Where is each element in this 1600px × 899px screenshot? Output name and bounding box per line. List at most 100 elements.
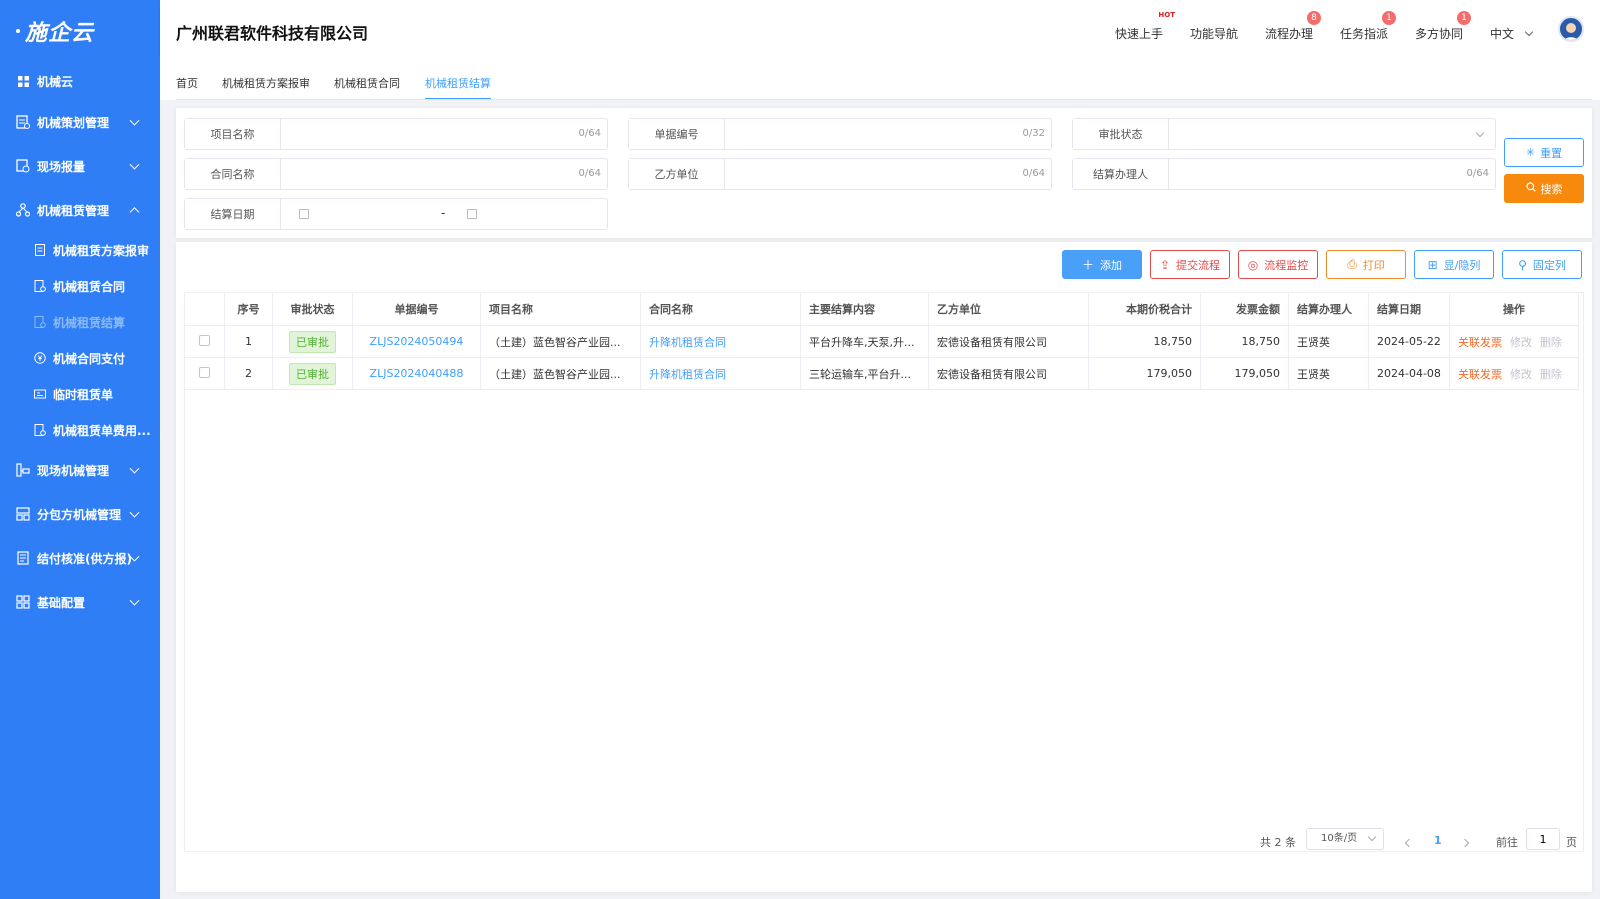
sidebar-sub-lease-plan[interactable]: 机械租赁方案报审 xyxy=(0,232,160,268)
sidebar-item-subcontract[interactable]: 分包方机械管理 xyxy=(0,492,160,536)
logo[interactable]: 施企云 xyxy=(0,0,160,62)
cell-contract: 升降机租赁合同 xyxy=(640,325,801,358)
goto-label: 前往 xyxy=(1496,836,1518,849)
target-icon: ◎ xyxy=(1247,257,1259,272)
edit-action[interactable]: 修改 xyxy=(1510,336,1532,349)
tabs-divider xyxy=(176,99,1592,100)
chevron-down-icon xyxy=(129,115,140,126)
party-b-input[interactable] xyxy=(725,159,1051,189)
settlement-icon xyxy=(34,316,46,328)
sidebar-item-report[interactable]: 现场报量 xyxy=(0,144,160,188)
sidebar-sub-lease-contract[interactable]: 机械租赁合同 xyxy=(0,268,160,304)
char-count: 0/64 xyxy=(578,168,601,179)
sidebar-item-settle-approval[interactable]: 结付核准(供方报) xyxy=(0,536,160,580)
fix-columns-button[interactable]: ⚲ 固定列 xyxy=(1502,250,1582,279)
handler-input[interactable] xyxy=(1169,159,1495,189)
nav-guide-link[interactable]: 功能导航 xyxy=(1190,25,1238,42)
doc-no-input[interactable] xyxy=(725,119,1051,149)
avatar[interactable] xyxy=(1558,16,1584,42)
tab-lease-plan[interactable]: 机械租赁方案报审 xyxy=(222,75,310,100)
task-link[interactable]: 任务指派 1 xyxy=(1340,11,1397,42)
reset-button[interactable]: ✳ 重置 xyxy=(1504,138,1584,167)
tab-lease-settlement[interactable]: 机械租赁结算 xyxy=(425,75,491,100)
company-name: 广州联君软件科技有限公司 xyxy=(176,24,369,43)
delete-action[interactable]: 删除 xyxy=(1540,368,1562,381)
cell-date: 2024-04-08 xyxy=(1368,357,1450,390)
link-invoice-action[interactable]: 关联发票 xyxy=(1458,368,1502,381)
add-label: 添加 xyxy=(1100,258,1122,272)
tab-home[interactable]: 首页 xyxy=(176,75,198,100)
link-invoice-action[interactable]: 关联发票 xyxy=(1458,336,1502,349)
cell-invoice: 18,750 xyxy=(1200,325,1289,358)
next-page-icon[interactable] xyxy=(1460,838,1470,848)
page-number-current[interactable]: 1 xyxy=(1434,834,1442,847)
sidebar-sub-label: 机械租赁合同 xyxy=(53,279,126,294)
sidebar-item-plan[interactable]: 机械策划管理 xyxy=(0,100,160,144)
cell-date: 2024-05-22 xyxy=(1368,325,1450,358)
delete-action[interactable]: 删除 xyxy=(1540,336,1562,349)
row-checkbox[interactable] xyxy=(199,366,210,378)
header-status: 审批状态 xyxy=(272,292,353,326)
contract-link[interactable]: 升降机租赁合同 xyxy=(649,368,726,381)
table-row: 2 已审批 ZLJS2024040488 （土建）蓝色智谷产业园... 升降机租… xyxy=(184,357,1579,390)
approval-status-select[interactable] xyxy=(1169,119,1495,149)
sidebar-sub-label: 临时租赁单 xyxy=(53,387,114,402)
edit-action[interactable]: 修改 xyxy=(1510,368,1532,381)
tab-lease-contract[interactable]: 机械租赁合同 xyxy=(334,75,400,100)
chevron-down-icon xyxy=(129,595,140,606)
sidebar-item-label: 现场机械管理 xyxy=(37,463,110,478)
print-button[interactable]: ⎙ 打印 xyxy=(1326,250,1406,279)
char-count: 0/64 xyxy=(1466,168,1489,179)
sidebar-sub-lease-settlement[interactable]: 机械租赁结算 xyxy=(0,304,160,340)
date-separator: - xyxy=(441,206,446,220)
process-link[interactable]: 流程办理 8 xyxy=(1265,11,1322,42)
contract-name-input[interactable] xyxy=(281,159,607,189)
submit-process-button[interactable]: ⇪ 提交流程 xyxy=(1150,250,1230,279)
header-actions: 操作 xyxy=(1448,292,1579,326)
doc-no-link[interactable]: ZLJS2024050494 xyxy=(370,335,464,348)
status-badge: 已审批 xyxy=(289,362,336,385)
document-icon xyxy=(34,244,46,256)
collab-link[interactable]: 多方协同 1 xyxy=(1415,11,1472,42)
sidebar-item-site-machine[interactable]: 现场机械管理 xyxy=(0,448,160,492)
task-badge: 1 xyxy=(1382,11,1397,25)
cell-content: 三轮运输车,平台升... xyxy=(800,357,929,390)
chevron-down-icon xyxy=(129,507,140,518)
cell-handler: 王贤英 xyxy=(1288,325,1369,358)
contract-link[interactable]: 升降机租赁合同 xyxy=(649,336,726,349)
yen-icon xyxy=(34,352,46,364)
row-checkbox-cell xyxy=(184,357,225,390)
prev-page-icon[interactable] xyxy=(1404,838,1414,848)
sidebar-item-lease[interactable]: 机械租赁管理 xyxy=(0,188,160,232)
cell-doc-no: ZLJS2024040488 xyxy=(352,357,481,390)
calendar-icon xyxy=(299,209,309,219)
header-no: 序号 xyxy=(224,292,273,326)
settle-date-range[interactable]: - xyxy=(281,199,607,229)
cell-project: （土建）蓝色智谷产业园... xyxy=(480,325,641,358)
page-size-label: 10条/页 xyxy=(1321,833,1358,844)
sidebar-sub-contract-payment[interactable]: 机械合同支付 xyxy=(0,340,160,376)
search-button[interactable]: 搜索 xyxy=(1504,174,1584,203)
language-select[interactable]: 中文 xyxy=(1490,25,1534,42)
page-size-select[interactable]: 10条/页 xyxy=(1306,828,1384,850)
sidebar-sub-lease-fee[interactable]: 机械租赁单费用... xyxy=(0,412,160,448)
sidebar-sub-temp-lease[interactable]: 临时租赁单 xyxy=(0,376,160,412)
quick-start-link[interactable]: 快速上手 HOT xyxy=(1115,11,1175,42)
header-handler: 结算办理人 xyxy=(1288,292,1369,326)
upload-icon: ⇪ xyxy=(1159,257,1171,272)
sidebar-sub-label: 机械合同支付 xyxy=(53,351,126,366)
char-count: 0/64 xyxy=(1022,168,1045,179)
char-count: 0/32 xyxy=(1022,128,1045,139)
chevron-down-icon xyxy=(1475,128,1485,138)
row-checkbox[interactable] xyxy=(199,334,210,346)
sidebar-sub-label: 机械租赁结算 xyxy=(53,315,126,330)
sidebar-item-base-config[interactable]: 基础配置 xyxy=(0,580,160,624)
chevron-down-icon xyxy=(1367,832,1377,842)
add-button[interactable]: ＋ 添加 xyxy=(1062,250,1142,279)
sidebar-item-machine-cloud[interactable]: 机械云 xyxy=(0,62,160,100)
process-monitor-button[interactable]: ◎ 流程监控 xyxy=(1238,250,1318,279)
goto-page-input[interactable] xyxy=(1526,828,1560,850)
project-name-input[interactable] xyxy=(281,119,607,149)
doc-no-link[interactable]: ZLJS2024040488 xyxy=(370,367,464,380)
toggle-columns-button[interactable]: ⊞ 显/隐列 xyxy=(1414,250,1494,279)
